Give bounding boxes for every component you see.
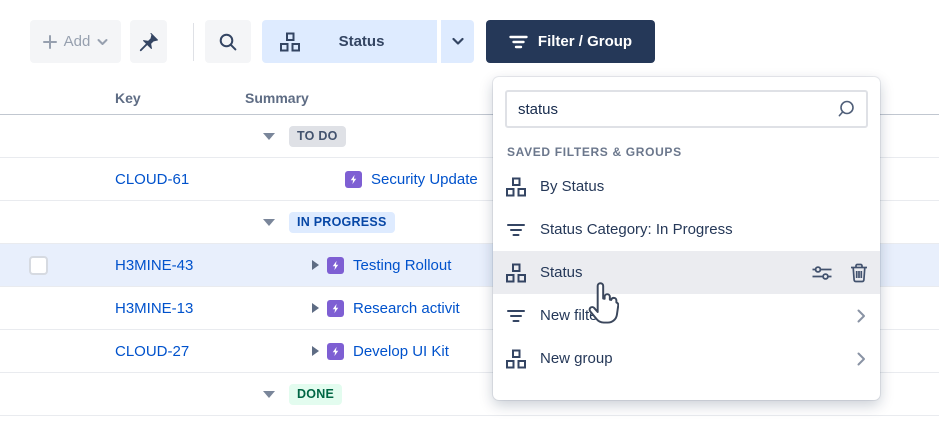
- group-by-button[interactable]: Status: [262, 20, 437, 63]
- issue-type-icon[interactable]: [327, 300, 344, 317]
- search-icon: [217, 31, 239, 53]
- expand-icon[interactable]: [312, 260, 319, 270]
- menu-item-label: New group: [540, 350, 843, 367]
- menu-item-by-status[interactable]: By Status: [493, 165, 880, 208]
- menu-item-new-filter[interactable]: New filter: [493, 294, 880, 337]
- chevron-right-icon: [857, 352, 866, 366]
- filter-group-label: Filter / Group: [538, 33, 632, 50]
- issue-key-link[interactable]: H3MINE-43: [115, 244, 193, 286]
- expand-icon[interactable]: [312, 346, 319, 356]
- row-checkbox[interactable]: [29, 256, 48, 275]
- filter-group-button[interactable]: Filter / Group: [486, 20, 655, 63]
- status-badge: TO DO: [289, 126, 346, 147]
- search-icon: [835, 98, 857, 125]
- expand-icon[interactable]: [312, 303, 319, 313]
- issue-key-link[interactable]: CLOUD-61: [115, 158, 189, 200]
- group-by-label: Status: [300, 33, 423, 50]
- column-header-summary[interactable]: Summary: [245, 90, 309, 106]
- group-icon: [280, 32, 300, 52]
- collapse-icon[interactable]: [263, 219, 275, 226]
- collapse-icon[interactable]: [263, 133, 275, 140]
- structure-board: Add Status: [0, 0, 939, 421]
- status-badge: IN PROGRESS: [289, 212, 395, 233]
- issue-type-icon[interactable]: [327, 343, 344, 360]
- menu-item-label: Status: [540, 264, 797, 281]
- saved-filters-section-label: SAVED FILTERS & GROUPS: [507, 145, 868, 159]
- toolbar-divider: [193, 23, 194, 61]
- filter-search-input[interactable]: [505, 90, 868, 128]
- search-button[interactable]: [205, 20, 251, 63]
- filter-icon: [506, 222, 526, 238]
- group-by-caret-button[interactable]: [441, 20, 474, 63]
- toolbar: Add Status: [0, 0, 939, 88]
- configure-filter-icon[interactable]: [811, 263, 833, 283]
- filter-group-dropdown: SAVED FILTERS & GROUPS By Status Status …: [493, 77, 880, 400]
- status-badge: DONE: [289, 384, 342, 405]
- issue-summary-link[interactable]: Develop UI Kit: [353, 343, 449, 360]
- pin-icon: [138, 31, 160, 53]
- group-icon: [506, 349, 526, 369]
- chevron-down-icon: [97, 38, 108, 46]
- menu-item-label: New filter: [540, 307, 843, 324]
- add-button[interactable]: Add: [30, 20, 121, 63]
- group-icon: [506, 263, 526, 283]
- column-header-key[interactable]: Key: [115, 90, 141, 106]
- collapse-icon[interactable]: [263, 391, 275, 398]
- menu-item-status-category[interactable]: Status Category: In Progress: [493, 208, 880, 251]
- issue-key-link[interactable]: H3MINE-13: [115, 287, 193, 329]
- menu-item-label: Status Category: In Progress: [540, 221, 866, 238]
- plus-icon: [43, 35, 57, 49]
- menu-item-label: By Status: [540, 178, 866, 195]
- delete-filter-icon[interactable]: [850, 263, 868, 283]
- filter-icon: [506, 308, 526, 324]
- saved-filters-list: By Status Status Category: In Progress S…: [493, 165, 880, 380]
- issue-summary-link[interactable]: Testing Rollout: [353, 257, 451, 274]
- issue-type-icon[interactable]: [327, 257, 344, 274]
- issue-key-link[interactable]: CLOUD-27: [115, 330, 189, 372]
- pin-button[interactable]: [130, 20, 167, 63]
- chevron-right-icon: [857, 309, 866, 323]
- issue-summary-link[interactable]: Research activit: [353, 300, 460, 317]
- chevron-down-icon: [452, 37, 464, 46]
- menu-item-status[interactable]: Status: [493, 251, 880, 294]
- filter-icon: [509, 35, 528, 49]
- add-button-label: Add: [64, 33, 91, 50]
- group-icon: [506, 177, 526, 197]
- issue-summary-link[interactable]: Security Update: [371, 171, 478, 188]
- menu-item-new-group[interactable]: New group: [493, 337, 880, 380]
- issue-type-icon[interactable]: [345, 171, 362, 188]
